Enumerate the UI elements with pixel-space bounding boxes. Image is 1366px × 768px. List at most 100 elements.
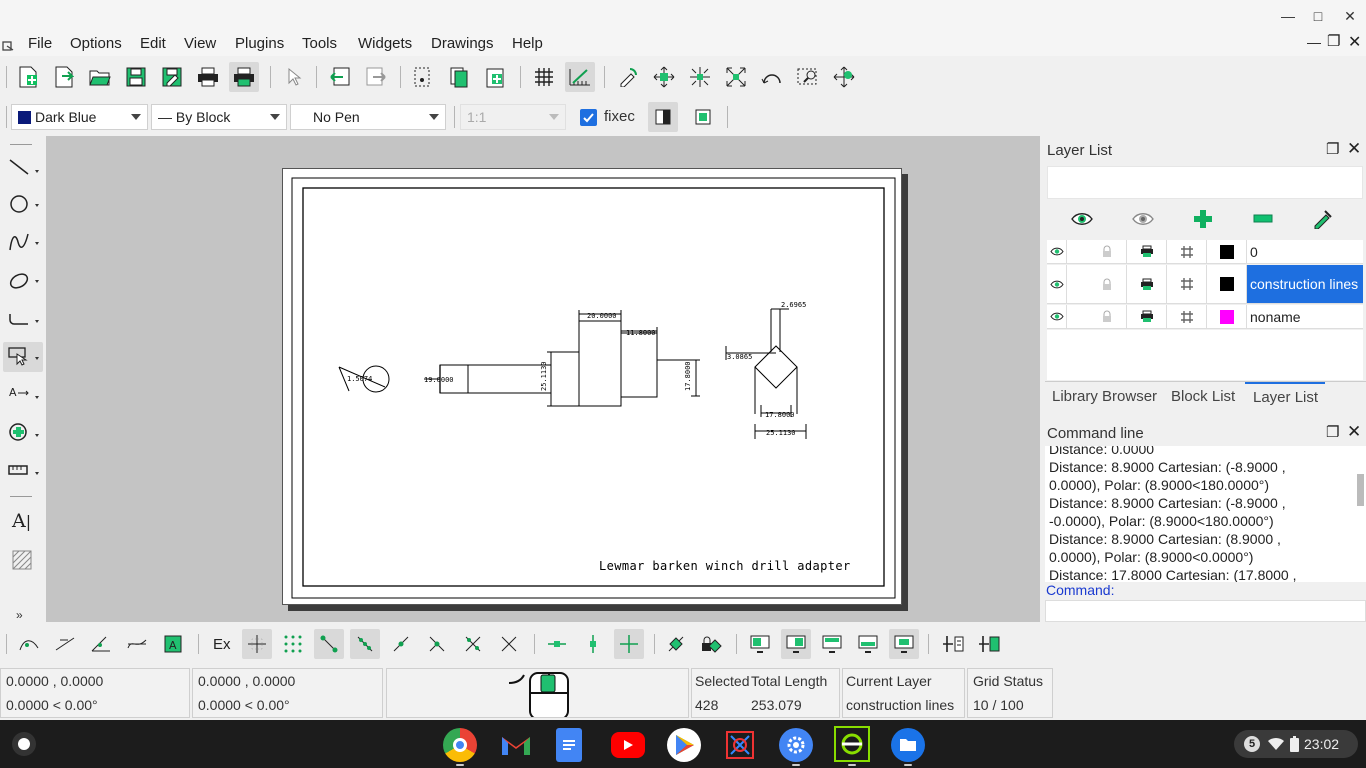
app-menu-icon[interactable] bbox=[2, 38, 14, 51]
maximize-button[interactable]: □ bbox=[1307, 6, 1329, 26]
youtube-icon[interactable] bbox=[611, 732, 645, 758]
gmail-icon[interactable] bbox=[499, 728, 533, 762]
view-front-icon[interactable] bbox=[781, 629, 811, 659]
zoom-in-icon[interactable] bbox=[649, 62, 679, 92]
print-icon[interactable] bbox=[193, 62, 223, 92]
mdi-close-icon[interactable]: ✕ bbox=[1348, 32, 1361, 52]
redraw-icon[interactable] bbox=[613, 62, 643, 92]
command-scrollbar[interactable] bbox=[1355, 446, 1366, 582]
color-select[interactable]: Dark Blue bbox=[11, 104, 148, 130]
add-layer-icon[interactable] bbox=[1188, 204, 1218, 234]
restrict-vertical-icon[interactable] bbox=[578, 629, 608, 659]
menu-widgets[interactable]: Widgets bbox=[358, 35, 412, 52]
snap-distance-icon[interactable] bbox=[458, 629, 488, 659]
snap-grid-cross-icon[interactable] bbox=[242, 629, 272, 659]
files-icon[interactable] bbox=[891, 728, 925, 762]
snap-endpoint-icon[interactable] bbox=[314, 629, 344, 659]
remove-layer-icon[interactable] bbox=[1248, 204, 1278, 234]
paper-sheet[interactable]: 20.0000 11.8000 19.0000 25.1130 17.8000 … bbox=[282, 168, 902, 605]
modify-tool-icon[interactable] bbox=[8, 422, 42, 447]
polyline-tool-icon[interactable] bbox=[8, 308, 42, 333]
layer-color-swatch[interactable] bbox=[1207, 265, 1247, 303]
save-icon[interactable] bbox=[121, 62, 151, 92]
scale-select[interactable]: 1:1 bbox=[460, 104, 566, 130]
close-button[interactable]: ✕ bbox=[1339, 6, 1361, 26]
layer-row[interactable]: 0 bbox=[1047, 240, 1363, 264]
layer-name[interactable]: construction lines bbox=[1247, 265, 1363, 303]
select-pointer-icon[interactable] bbox=[279, 62, 309, 92]
copy-icon[interactable] bbox=[444, 62, 474, 92]
pen-select[interactable]: No Pen bbox=[290, 104, 446, 130]
zoom-window-icon[interactable] bbox=[793, 62, 823, 92]
relative-zero-icon[interactable] bbox=[661, 629, 691, 659]
close-icon[interactable]: ✕ bbox=[1347, 139, 1361, 159]
block-icon[interactable] bbox=[688, 102, 718, 132]
chrome-icon[interactable] bbox=[443, 728, 477, 762]
circle-tool-icon[interactable] bbox=[8, 194, 42, 219]
menu-drawings[interactable]: Drawings bbox=[431, 35, 494, 52]
command-history[interactable]: Distance: 0.0000 Distance: 8.9000 Cartes… bbox=[1045, 446, 1355, 582]
lock-relative-zero-icon[interactable] bbox=[697, 629, 727, 659]
float-icon[interactable]: ❐ bbox=[1326, 140, 1339, 158]
zoom-auto-icon[interactable] bbox=[721, 62, 751, 92]
hatch-tool-icon[interactable] bbox=[12, 550, 32, 573]
chevron-down-icon[interactable]: » bbox=[16, 608, 23, 622]
drawing-svg[interactable]: 20.0000 11.8000 19.0000 25.1130 17.8000 … bbox=[283, 169, 903, 606]
undo-icon[interactable] bbox=[325, 62, 355, 92]
layer-row[interactable]: construction lines bbox=[1047, 265, 1363, 304]
ucs-icon[interactable] bbox=[974, 629, 1004, 659]
system-tray[interactable]: 5 23:02 bbox=[1234, 730, 1358, 758]
restrict-orthogonal-icon[interactable] bbox=[614, 629, 644, 659]
eye-icon[interactable] bbox=[1047, 240, 1067, 263]
layer-name[interactable]: noname bbox=[1247, 305, 1363, 328]
layer-name[interactable]: 0 bbox=[1247, 240, 1363, 263]
contrast-icon[interactable] bbox=[648, 102, 678, 132]
edit-layer-icon[interactable] bbox=[1308, 204, 1338, 234]
menu-edit[interactable]: Edit bbox=[140, 35, 166, 52]
play-store-icon[interactable] bbox=[667, 728, 701, 762]
fixed-checkbox[interactable] bbox=[580, 109, 597, 126]
snap-grid-icon[interactable] bbox=[278, 629, 308, 659]
menu-help[interactable]: Help bbox=[512, 35, 543, 52]
snap-middle-icon[interactable] bbox=[422, 629, 452, 659]
zoom-pan-icon[interactable] bbox=[829, 62, 859, 92]
tab-layer-list[interactable]: Layer List bbox=[1253, 389, 1318, 406]
snap-exclusive-label[interactable]: Ex bbox=[213, 636, 231, 653]
settings-icon[interactable] bbox=[779, 728, 813, 762]
snap-exclusive-icon[interactable] bbox=[14, 629, 44, 659]
construction-icon[interactable] bbox=[1167, 240, 1207, 263]
docs-icon[interactable] bbox=[556, 728, 582, 762]
paste-icon[interactable] bbox=[480, 62, 510, 92]
new-file-icon[interactable] bbox=[13, 62, 43, 92]
print-icon[interactable] bbox=[1127, 305, 1167, 328]
snap-curve-icon[interactable] bbox=[122, 629, 152, 659]
menu-options[interactable]: Options bbox=[70, 35, 122, 52]
open-file-icon[interactable] bbox=[85, 62, 115, 92]
notification-count-badge[interactable]: 5 bbox=[1244, 736, 1260, 752]
layer-filter-input[interactable] bbox=[1047, 166, 1363, 199]
float-icon[interactable]: ❐ bbox=[1326, 423, 1339, 441]
draft-mode-icon[interactable] bbox=[565, 62, 595, 92]
hide-all-layers-icon[interactable] bbox=[1128, 204, 1158, 234]
new-from-template-icon[interactable] bbox=[49, 62, 79, 92]
menu-plugins[interactable]: Plugins bbox=[235, 35, 284, 52]
line-tool-icon[interactable] bbox=[8, 156, 42, 181]
measure-tool-icon[interactable] bbox=[8, 460, 42, 485]
restrict-horizontal-icon[interactable] bbox=[542, 629, 572, 659]
redo-icon[interactable] bbox=[361, 62, 391, 92]
layer-color-swatch[interactable] bbox=[1207, 240, 1247, 263]
construction-icon[interactable] bbox=[1167, 305, 1207, 328]
zoom-out-icon[interactable] bbox=[685, 62, 715, 92]
dimension-tool-icon[interactable]: A bbox=[8, 384, 42, 409]
snap-center-icon[interactable] bbox=[386, 629, 416, 659]
layer-color-swatch[interactable] bbox=[1207, 305, 1247, 328]
select-tool-icon[interactable] bbox=[3, 342, 43, 372]
show-all-layers-icon[interactable] bbox=[1067, 204, 1097, 234]
snap-on-entity-icon[interactable] bbox=[350, 629, 380, 659]
menu-file[interactable]: File bbox=[28, 35, 52, 52]
eye-icon[interactable] bbox=[1047, 265, 1067, 303]
text-tool-icon[interactable]: A| bbox=[12, 510, 31, 532]
print-icon[interactable] bbox=[1127, 265, 1167, 303]
view-top-icon[interactable] bbox=[745, 629, 775, 659]
tab-block-list[interactable]: Block List bbox=[1171, 388, 1235, 405]
